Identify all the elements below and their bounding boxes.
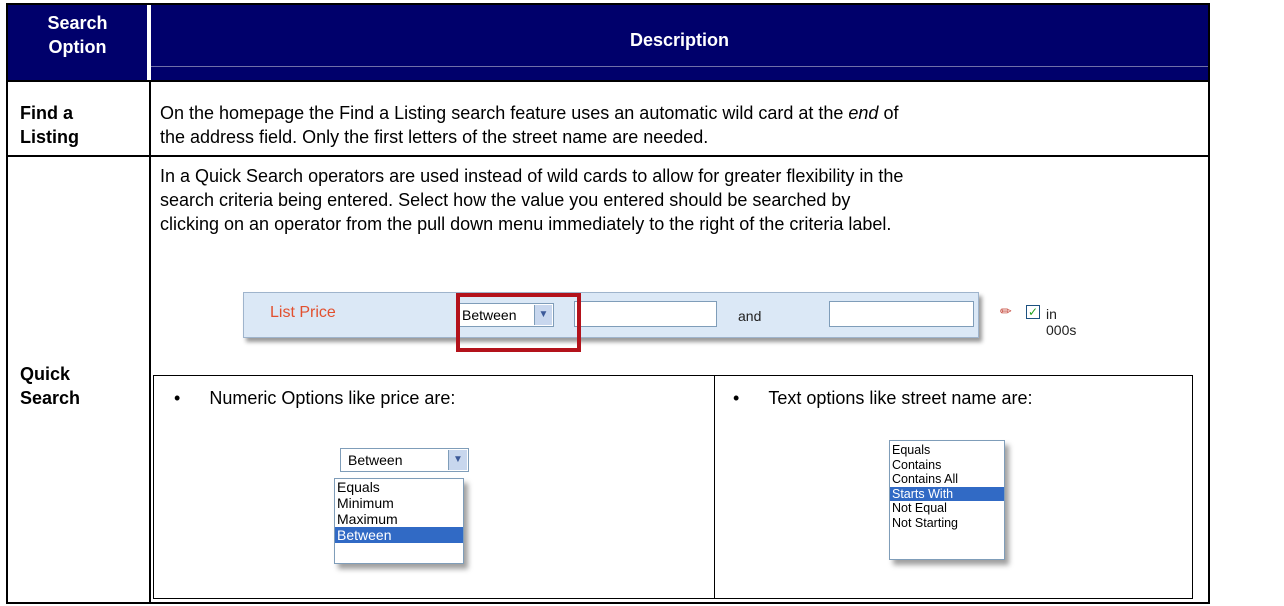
find-listing-description: On the homepage the Find a Listing searc… bbox=[160, 101, 1200, 149]
find-listing-desc-line2: the address field. Only the first letter… bbox=[160, 127, 709, 147]
find-listing-desc-emphasis: end bbox=[848, 103, 879, 123]
chevron-down-icon[interactable]: ▼ bbox=[448, 450, 467, 470]
criteria-label: List Price bbox=[270, 304, 336, 321]
quick-search-desc-line1: In a Quick Search operators are used ins… bbox=[160, 166, 904, 186]
quick-search-description: In a Quick Search operators are used ins… bbox=[160, 164, 1205, 236]
text-option-equals[interactable]: Equals bbox=[890, 443, 1004, 458]
column-divider bbox=[149, 80, 151, 602]
header-option-line2: Option bbox=[48, 37, 107, 57]
find-listing-desc-line1: On the homepage the Find a Listing searc… bbox=[160, 101, 1200, 125]
eraser-icon[interactable]: ✏ bbox=[1000, 303, 1012, 320]
quick-search-desc-line3: clicking on an operator from the pull do… bbox=[160, 214, 892, 234]
numeric-options-bullet: • Numeric Options like price are: bbox=[174, 386, 455, 410]
text-option-contains-all[interactable]: Contains All bbox=[890, 472, 1004, 487]
option-find-listing-line2: Listing bbox=[20, 127, 79, 147]
option-quick-search: Quick Search bbox=[20, 362, 80, 410]
max-price-input[interactable] bbox=[829, 301, 974, 327]
text-operator-list: Equals Contains Contains All Starts With… bbox=[889, 440, 1005, 560]
text-option-contains[interactable]: Contains bbox=[890, 458, 1004, 473]
numeric-option-minimum[interactable]: Minimum bbox=[335, 495, 463, 511]
option-find-listing: Find a Listing bbox=[20, 101, 79, 149]
option-quick-search-line1: Quick bbox=[20, 364, 71, 384]
numeric-options-text: Numeric Options like price are: bbox=[209, 388, 456, 408]
option-find-listing-line1: Find a bbox=[20, 103, 73, 123]
header-description: Description bbox=[151, 5, 1208, 80]
min-price-input[interactable] bbox=[574, 301, 717, 327]
text-options-bullet: • Text options like street name are: bbox=[733, 386, 1032, 410]
row-divider bbox=[8, 155, 1208, 157]
header-search-option: Search Option bbox=[8, 5, 149, 80]
row-divider bbox=[8, 80, 1208, 82]
numeric-option-equals[interactable]: Equals bbox=[335, 479, 463, 495]
bullet-icon: • bbox=[733, 388, 740, 408]
operator-highlight-box bbox=[456, 293, 581, 352]
units-checkbox[interactable]: ✓ bbox=[1026, 305, 1040, 319]
text-option-not-equal[interactable]: Not Equal bbox=[890, 501, 1004, 516]
header-rule bbox=[151, 66, 1208, 67]
numeric-option-between[interactable]: Between bbox=[335, 527, 463, 543]
numeric-operator-value: Between bbox=[348, 452, 403, 468]
text-option-not-starting[interactable]: Not Starting bbox=[890, 516, 1004, 531]
numeric-operator-list: Equals Minimum Maximum Between bbox=[334, 478, 464, 564]
find-listing-desc-line1-a: On the homepage the Find a Listing searc… bbox=[160, 103, 849, 123]
header-description-label: Description bbox=[629, 30, 730, 50]
bullet-icon: • bbox=[174, 388, 181, 408]
quick-search-desc-line2: search criteria being entered. Select ho… bbox=[160, 190, 851, 210]
numeric-operator-select[interactable]: Between ▼ bbox=[340, 448, 469, 472]
text-options-text: Text options like street name are: bbox=[768, 388, 1033, 408]
column-divider bbox=[714, 376, 715, 598]
text-option-starts-with[interactable]: Starts With bbox=[890, 486, 1004, 501]
and-label: and bbox=[738, 308, 762, 324]
units-label: in 000s bbox=[1046, 306, 1077, 338]
quick-search-example-bar: List Price Between ▼ and ✏ ✓ in 000s bbox=[243, 292, 1076, 338]
header-option-line1: Search bbox=[47, 13, 108, 33]
numeric-option-maximum[interactable]: Maximum bbox=[335, 511, 463, 527]
find-listing-desc-line1-b: of bbox=[878, 103, 899, 123]
option-quick-search-line2: Search bbox=[20, 388, 81, 408]
